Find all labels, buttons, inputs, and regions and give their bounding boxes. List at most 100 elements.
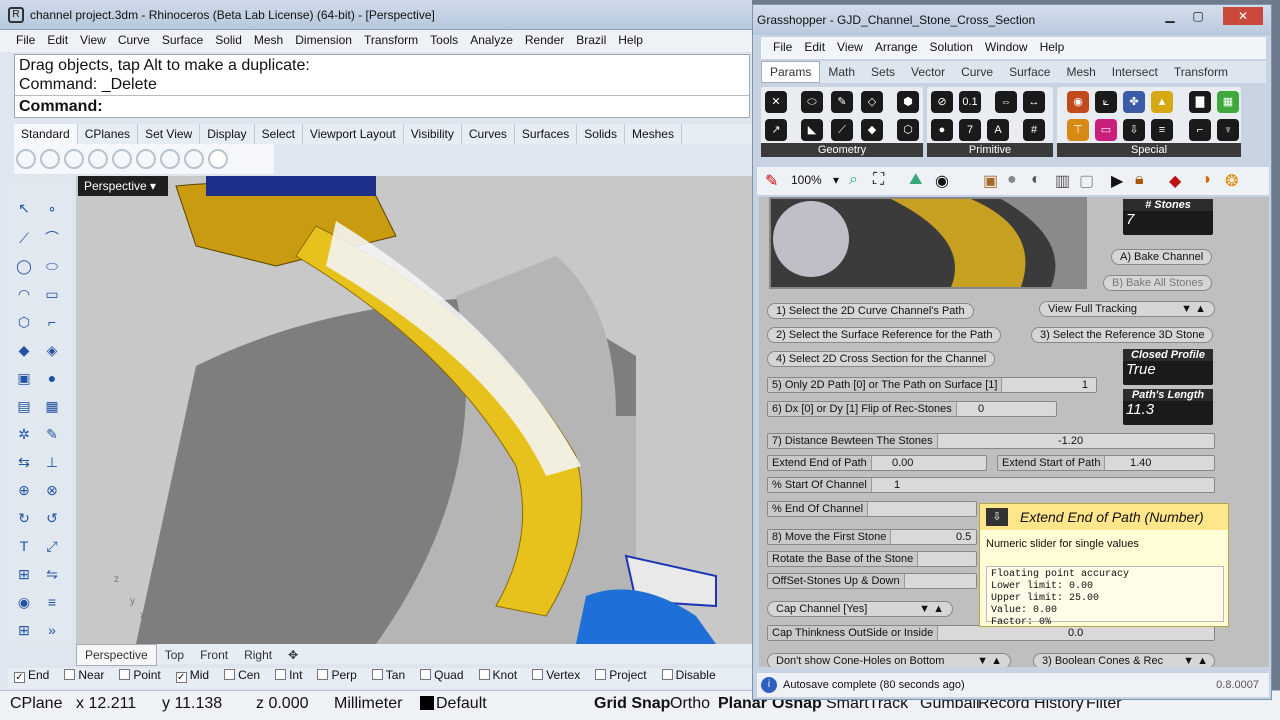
gem-princess-icon[interactable] bbox=[184, 149, 204, 169]
osnap-knot[interactable]: Knot bbox=[473, 668, 517, 682]
tab-meshes[interactable]: Meshes bbox=[625, 124, 682, 144]
checkbox-icon[interactable] bbox=[224, 669, 236, 680]
viewport-tab-front[interactable]: Front bbox=[192, 645, 236, 665]
osnap-vertex[interactable]: Vertex bbox=[526, 668, 580, 682]
maximize-icon[interactable]: ▢ bbox=[1185, 7, 1211, 25]
command-prompt[interactable]: Command: bbox=[15, 95, 749, 117]
gh-tab-params[interactable]: Params bbox=[761, 61, 821, 83]
menu-curve[interactable]: Curve bbox=[112, 30, 156, 50]
line-param-icon[interactable]: ⟋ bbox=[831, 119, 853, 141]
select-path-button[interactable]: 1) Select the 2D Curve Channel's Path bbox=[767, 303, 974, 319]
slider-extend-end[interactable]: Extend End of Path 0.00 bbox=[767, 455, 987, 471]
circle-icon[interactable]: ◯ bbox=[14, 256, 34, 276]
circle-param-icon[interactable]: ⬭ bbox=[801, 91, 823, 113]
cap-channel-dropdown[interactable]: Cap Channel [Yes] ▼ ▲ bbox=[767, 601, 953, 617]
brush-icon[interactable]: ✎ bbox=[765, 171, 778, 191]
checkbox-icon[interactable]: ✓ bbox=[14, 672, 25, 683]
osnap-perp[interactable]: Perp bbox=[311, 668, 357, 682]
pane-grid-snap[interactable]: Grid Snap bbox=[594, 695, 670, 713]
gem-heart-icon[interactable] bbox=[136, 149, 156, 169]
gh-tab-curve[interactable]: Curve bbox=[953, 62, 1001, 82]
point-param-icon[interactable]: ✕ bbox=[765, 91, 787, 113]
viewport-title[interactable]: Perspective ▾ bbox=[78, 176, 168, 196]
menu-edit[interactable]: Edit bbox=[41, 30, 74, 50]
panel-closed-profile[interactable]: Closed Profile True bbox=[1123, 349, 1213, 385]
minimize-icon[interactable]: ▁ bbox=[1157, 7, 1183, 25]
tab-solids[interactable]: Solids bbox=[577, 124, 625, 144]
triangle-down-icon[interactable]: ▼ ▲ bbox=[1181, 302, 1206, 316]
select-surface-button[interactable]: 2) Select the Surface Reference for the … bbox=[767, 327, 1002, 343]
panel-path-length[interactable]: Path's Length 11.3 bbox=[1123, 389, 1213, 425]
gem-circle-icon[interactable] bbox=[208, 149, 228, 169]
menu-solid[interactable]: Solid bbox=[209, 30, 248, 50]
more-tools-icon[interactable]: » bbox=[42, 620, 62, 640]
curve-icon[interactable]: ⌒ bbox=[42, 228, 62, 248]
slider-rotate-base[interactable]: Rotate the Base of the Stone bbox=[767, 551, 977, 567]
group-icon[interactable]: ⊕ bbox=[14, 480, 34, 500]
view-tracking-dropdown[interactable]: View Full Tracking ▼ ▲ bbox=[1039, 301, 1215, 317]
checkbox-icon[interactable] bbox=[595, 669, 607, 680]
menu-view[interactable]: View bbox=[74, 30, 112, 50]
viewport-tab-top[interactable]: Top bbox=[157, 645, 192, 665]
menu-brazil[interactable]: Brazil bbox=[570, 30, 612, 50]
status-units[interactable]: Millimeter bbox=[334, 695, 402, 713]
bake-stones-button[interactable]: B) Bake All Stones bbox=[1103, 275, 1213, 291]
align-icon[interactable]: ⊥ bbox=[42, 452, 62, 472]
cone-holes-dropdown[interactable]: Don't show Cone-Holes on Bottom ▼ ▲ bbox=[767, 653, 1011, 667]
sphere-icon[interactable]: ● bbox=[42, 368, 62, 388]
tab-display[interactable]: Display bbox=[200, 124, 255, 144]
command-area[interactable]: Drag objects, tap Alt to make a duplicat… bbox=[14, 54, 750, 118]
boolean-param-icon[interactable]: ⊘ bbox=[931, 91, 953, 113]
bake-icon[interactable]: ◆ bbox=[1169, 171, 1181, 191]
checkbox-icon[interactable] bbox=[275, 669, 287, 680]
tab-cplanes[interactable]: CPlanes bbox=[78, 124, 139, 144]
zoom-icon[interactable]: ⌕ bbox=[849, 171, 858, 189]
slider-move-first[interactable]: 8) Move the First Stone 0.5 bbox=[767, 529, 977, 545]
text-icon[interactable]: T bbox=[14, 536, 34, 556]
lock-icon[interactable]: 🔒︎ bbox=[1135, 171, 1144, 189]
viewport-tab-perspective[interactable]: Perspective bbox=[76, 644, 157, 666]
brep-param-icon[interactable]: ⬢ bbox=[897, 91, 919, 113]
slider-dxdy[interactable]: 6) Dx [0] or Dy [1] Flip of Rec-Stones 0 bbox=[767, 401, 1057, 417]
preview-off-icon[interactable]: ▢ bbox=[1079, 171, 1094, 191]
ellipse-icon[interactable]: ⬭ bbox=[42, 256, 62, 276]
gem-pear-icon[interactable] bbox=[88, 149, 108, 169]
osnap-cen[interactable]: Cen bbox=[218, 668, 260, 682]
sphere-preview-icon[interactable]: ● bbox=[1007, 171, 1017, 189]
triangle-down-icon[interactable]: ▼ ▲ bbox=[977, 654, 1002, 667]
tree-icon[interactable]: ♆ bbox=[1217, 119, 1239, 141]
integer-param-icon[interactable]: 7 bbox=[959, 119, 981, 141]
slider-only-2d[interactable]: 5) Only 2D Path [0] or The Path on Surfa… bbox=[767, 377, 1097, 393]
mirror-icon[interactable]: ⇋ bbox=[42, 564, 62, 584]
menu-help[interactable]: Help bbox=[612, 30, 649, 50]
string-param-icon[interactable]: A bbox=[987, 119, 1009, 141]
gem-baguette-icon[interactable] bbox=[160, 149, 180, 169]
slider-icon[interactable]: ▲ bbox=[1151, 91, 1173, 113]
scribble-icon[interactable]: ⌐ bbox=[1189, 119, 1211, 141]
osnap-project[interactable]: Project bbox=[589, 668, 647, 682]
gh-tab-surface[interactable]: Surface bbox=[1001, 62, 1058, 82]
menu-analyze[interactable]: Analyze bbox=[464, 30, 519, 50]
cylinder-icon[interactable]: ▤ bbox=[14, 396, 34, 416]
render-preview-icon[interactable]: ◑ bbox=[1201, 171, 1211, 189]
menu-dimension[interactable]: Dimension bbox=[289, 30, 358, 50]
toggle-icon[interactable]: ⊤ bbox=[1067, 119, 1089, 141]
gradient-icon[interactable]: ◉ bbox=[1067, 91, 1089, 113]
osnap-near[interactable]: Near bbox=[58, 668, 104, 682]
menu-tools[interactable]: Tools bbox=[424, 30, 464, 50]
select-cross-button[interactable]: 4) Select 2D Cross Section for the Chann… bbox=[767, 351, 996, 367]
preview-wire-icon[interactable]: ▥ bbox=[1055, 171, 1070, 191]
pane-ortho[interactable]: Ortho bbox=[670, 695, 710, 713]
slider-start-channel[interactable]: % Start Of Channel 1 bbox=[767, 477, 1215, 493]
osnap-disable[interactable]: Disable bbox=[656, 668, 716, 682]
gh-menu-edit[interactable]: Edit bbox=[798, 37, 831, 57]
osnap-point[interactable]: Point bbox=[113, 668, 161, 682]
gh-tab-intersect[interactable]: Intersect bbox=[1104, 62, 1166, 82]
gh-canvas[interactable]: # Stones 7 A) Bake Channel B) Bake All S… bbox=[759, 197, 1269, 667]
number-param-icon[interactable]: 0.1 bbox=[959, 91, 981, 113]
loft-icon[interactable]: ◈ bbox=[42, 340, 62, 360]
data-input-icon[interactable]: ⇩ bbox=[1123, 119, 1145, 141]
polygon-icon[interactable]: ⬡ bbox=[14, 312, 34, 332]
tab-select[interactable]: Select bbox=[255, 124, 303, 144]
select-arrow-icon[interactable]: ↖ bbox=[14, 198, 34, 218]
